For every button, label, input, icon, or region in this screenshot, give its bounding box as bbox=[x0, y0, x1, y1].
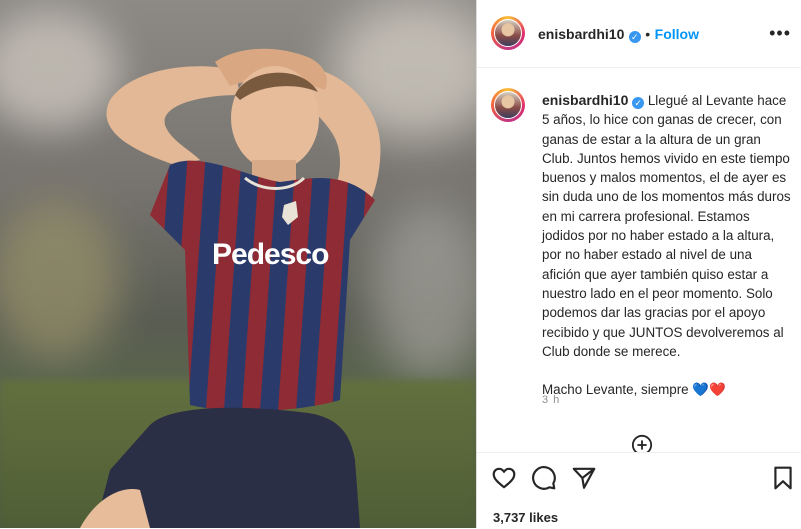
caption-signoff: Macho Levante, siempre 💙❤️ bbox=[542, 382, 726, 398]
likes-count[interactable]: 3,737 likes bbox=[493, 510, 558, 525]
panel-divider bbox=[476, 0, 477, 528]
caption-avatar[interactable] bbox=[491, 88, 525, 122]
heart-icon[interactable] bbox=[491, 465, 517, 491]
verified-icon: ✓ bbox=[628, 31, 641, 43]
post-timestamp[interactable]: 3 h bbox=[542, 394, 560, 406]
post-header: enisbardhi10 ✓ • Follow ••• bbox=[477, 0, 801, 68]
separator: • bbox=[645, 26, 651, 42]
author-username[interactable]: enisbardhi10 bbox=[538, 26, 624, 42]
avatar[interactable] bbox=[491, 16, 525, 50]
author-line: enisbardhi10 ✓ • Follow bbox=[538, 26, 699, 44]
bookmark-icon[interactable] bbox=[770, 465, 796, 491]
action-bar: 3,737 likes bbox=[477, 452, 801, 529]
post-photo: Pedesco bbox=[0, 0, 476, 528]
paper-plane-icon[interactable] bbox=[571, 465, 597, 491]
follow-button[interactable]: Follow bbox=[655, 26, 699, 42]
caption-text: Llegué al Levante hace 5 años, lo hice c… bbox=[542, 93, 795, 359]
caption-username[interactable]: enisbardhi10 bbox=[542, 92, 628, 108]
verified-icon: ✓ bbox=[632, 97, 645, 109]
comment-icon[interactable] bbox=[531, 465, 557, 491]
caption: enisbardhi10 ✓ Llegué al Levante hace 5 … bbox=[542, 91, 794, 399]
more-dots-icon[interactable]: ••• bbox=[769, 24, 791, 42]
shirt-sponsor: Pedesco bbox=[212, 238, 329, 271]
